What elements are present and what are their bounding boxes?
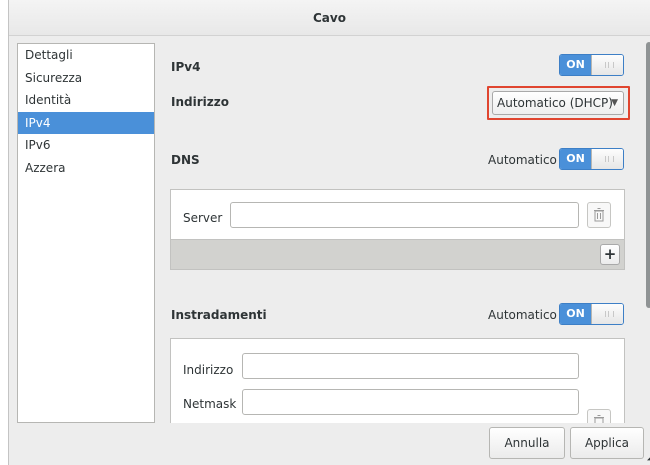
toggle-knob: [591, 55, 623, 75]
routes-automatic-toggle[interactable]: ON: [559, 303, 624, 325]
routes-box: Indirizzo Netmask: [170, 338, 625, 423]
trash-icon[interactable]: [587, 202, 611, 228]
sidebar-item-azzera[interactable]: Azzera: [18, 157, 154, 180]
sidebar-item-ipv4[interactable]: IPv4: [18, 111, 154, 134]
apply-button[interactable]: Applica: [570, 427, 644, 459]
ipv4-toggle[interactable]: ON: [559, 54, 624, 76]
sidebar-item-sicurezza[interactable]: Sicurezza: [18, 67, 154, 90]
trash-icon[interactable]: [587, 409, 611, 423]
toggle-knob: [591, 149, 623, 169]
sidebar: Dettagli Sicurezza Identità IPv4 IPv6 Az…: [17, 43, 155, 423]
dns-server-input[interactable]: [230, 202, 579, 228]
ipv4-heading: IPv4: [171, 60, 201, 74]
route-netmask-label: Netmask: [183, 397, 237, 411]
route-address-input[interactable]: [242, 353, 579, 379]
sidebar-item-ipv6[interactable]: IPv6: [18, 134, 154, 157]
dns-box-footer: +: [171, 239, 624, 269]
sidebar-item-dettagli[interactable]: Dettagli: [18, 44, 154, 67]
server-label: Server: [183, 211, 223, 225]
dns-automatic-toggle[interactable]: ON: [559, 148, 624, 170]
network-settings-window: Cavo Dettagli Sicurezza Identità IPv4 IP…: [8, 0, 650, 465]
dns-server-box: Server +: [170, 189, 625, 270]
dns-automatic-label: Automatico: [488, 153, 557, 167]
routes-automatic-label: Automatico: [488, 308, 557, 322]
dns-heading: DNS: [171, 153, 200, 167]
address-method-value: Automatico (DHCP): [497, 96, 613, 110]
address-label: Indirizzo: [171, 95, 229, 109]
ipv4-toggle-on-label: ON: [560, 55, 591, 75]
cancel-button[interactable]: Annulla: [489, 427, 565, 459]
address-method-dropdown[interactable]: Automatico (DHCP) ▼: [492, 91, 624, 115]
routes-toggle-on-label: ON: [560, 304, 591, 324]
ipv4-settings-panel: IPv4 ON Indirizzo Automatico (DHCP) ▼ DN…: [162, 36, 640, 423]
routes-heading: Instradamenti: [171, 308, 267, 322]
scrollbar-thumb[interactable]: [646, 42, 650, 308]
route-address-label: Indirizzo: [183, 363, 234, 377]
add-dns-server-button[interactable]: +: [600, 244, 620, 265]
dns-toggle-on-label: ON: [560, 149, 591, 169]
sidebar-item-identita[interactable]: Identità: [18, 89, 154, 112]
window-title: Cavo: [9, 0, 650, 36]
route-netmask-input[interactable]: [242, 389, 579, 415]
toggle-knob: [591, 304, 623, 324]
chevron-down-icon: ▼: [611, 98, 618, 108]
